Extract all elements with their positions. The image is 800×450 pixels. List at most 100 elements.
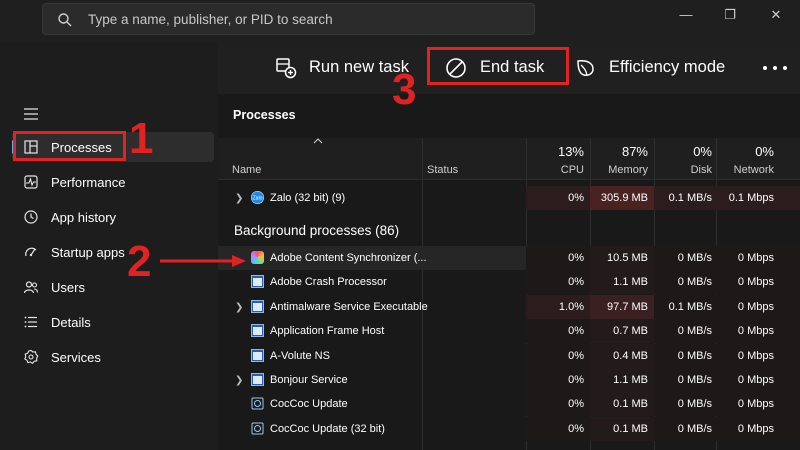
- table-row[interactable]: A-Volute NS 0% 0.4 MB 0 MB/s 0 Mbps: [218, 343, 800, 368]
- table-row[interactable]: Application Frame Host 0% 0.7 MB 0 MB/s 0 Mb…: [218, 319, 800, 344]
- disk-value: 0 MB/s: [677, 276, 712, 289]
- startup-apps-icon: [25, 247, 37, 257]
- sidebar-item-label: Performance: [51, 175, 126, 190]
- cpu-value: 0%: [568, 325, 584, 338]
- disk-value: 0.1 MB/s: [668, 192, 712, 204]
- svg-text:Zalo: Zalo: [253, 196, 263, 202]
- memory-value: 97.7 MB: [607, 300, 648, 313]
- disk-value: 0 MB/s: [677, 398, 712, 411]
- network-total-percent: 0%: [755, 144, 774, 159]
- search-icon: [58, 13, 72, 27]
- cpu-value: 0%: [568, 374, 584, 386]
- process-name: A-Volute NS: [270, 349, 330, 362]
- disk-value: 0 MB/s: [677, 349, 712, 362]
- network-value: 0 Mbps: [737, 276, 774, 289]
- table-row[interactable]: Adobe Content Synchronizer (... 0% 10.5 MB…: [218, 246, 800, 270]
- process-name: CocCoc Update: [270, 398, 348, 411]
- cpu-value: 0%: [568, 276, 584, 289]
- sort-ascending-icon: [313, 138, 323, 144]
- column-header-status[interactable]: Status: [427, 164, 458, 176]
- sidebar-item-details[interactable]: Details: [12, 307, 214, 337]
- column-header-name[interactable]: Name: [232, 164, 261, 176]
- cpu-value: 1.0%: [558, 300, 584, 313]
- zalo-icon: Zalo: [251, 191, 264, 204]
- table-row[interactable]: ❯ Antimalware Service Executable 1.0% 97.7 …: [218, 294, 800, 319]
- process-name: Antimalware Service Executable: [270, 300, 428, 313]
- run-new-task-icon: [276, 58, 297, 79]
- annotation-number-1: 1: [129, 114, 154, 163]
- annotation-box-processes: [13, 131, 126, 161]
- page-title: Processes: [233, 108, 296, 122]
- app-window-icon: [251, 324, 264, 338]
- expand-chevron-icon[interactable]: ❯: [235, 375, 243, 386]
- annotation-box-end-task: [427, 47, 569, 85]
- memory-value: 10.5 MB: [607, 252, 648, 264]
- cpu-value: 0%: [568, 398, 584, 411]
- close-button[interactable]: ✕: [766, 6, 786, 24]
- more-options-icon[interactable]: [761, 64, 789, 72]
- search-box[interactable]: Type a name, publisher, or PID to search: [42, 3, 535, 35]
- run-new-task-button[interactable]: Run new task: [275, 54, 411, 84]
- memory-value: 1.1 MB: [613, 276, 648, 289]
- network-value: 0 Mbps: [737, 422, 774, 435]
- process-name: Application Frame Host: [270, 325, 385, 338]
- network-value: 0 Mbps: [737, 325, 774, 338]
- sidebar-item-app-history[interactable]: App history: [12, 202, 214, 232]
- disk-value: 0.1 MB/s: [668, 300, 712, 313]
- process-name: Bonjour Service: [270, 374, 348, 386]
- process-name: CocCoc Update (32 bit): [270, 422, 385, 435]
- app-window-icon: [251, 275, 264, 289]
- memory-total-percent: 87%: [621, 144, 648, 159]
- efficiency-mode-label: Efficiency mode: [609, 58, 726, 76]
- expand-chevron-icon[interactable]: ❯: [235, 193, 243, 204]
- minimize-button[interactable]: —: [676, 6, 696, 24]
- column-header-memory[interactable]: Memory: [608, 164, 648, 176]
- memory-value: 0.1 MB: [613, 398, 648, 411]
- memory-value: 0.4 MB: [613, 349, 648, 362]
- memory-value: 1.1 MB: [613, 374, 648, 386]
- network-value: 0 Mbps: [737, 300, 774, 313]
- sidebar-item-users[interactable]: Users: [12, 272, 214, 302]
- process-name: Zalo (32 bit) (9): [270, 192, 346, 204]
- memory-value: 0.1 MB: [613, 422, 648, 435]
- coccoc-icon: [251, 397, 264, 410]
- memory-value: 305.9 MB: [600, 192, 648, 204]
- users-icon: [23, 281, 39, 294]
- column-header-disk[interactable]: Disk: [691, 164, 712, 176]
- table-header: Name Status 13% CPU 87% Memory 0% Disk 0…: [218, 138, 800, 180]
- table-row[interactable]: CocCoc Update 0% 0.1 MB 0 MB/s 0 Mbps: [218, 392, 800, 417]
- cpu-value: 0%: [568, 192, 584, 204]
- expand-chevron-icon[interactable]: ❯: [235, 302, 243, 313]
- main-panel: Run new task End task Efficiency mode Pr…: [218, 42, 800, 450]
- restore-button[interactable]: ❐: [720, 6, 740, 24]
- sidebar-item-label: Users: [51, 280, 85, 295]
- annotation-arrow-icon: [160, 255, 246, 267]
- hamburger-menu-icon[interactable]: [23, 108, 39, 120]
- title-bar: Type a name, publisher, or PID to search…: [0, 0, 800, 42]
- search-input[interactable]: Type a name, publisher, or PID to search: [88, 12, 333, 27]
- table-row[interactable]: CocCoc Update (32 bit) 0% 0.1 MB 0 MB/s 0 Mb…: [218, 416, 800, 441]
- annotation-number-3: 3: [392, 65, 417, 114]
- table-row[interactable]: ❯ Bonjour Service 0% 1.1 MB 0 MB/s 0 Mbps: [218, 368, 800, 392]
- network-value: 0 Mbps: [737, 398, 774, 411]
- sidebar-item-label: App history: [51, 210, 117, 225]
- background-processes-heading: Background processes (86): [234, 223, 400, 238]
- memory-value: 0.7 MB: [613, 325, 648, 338]
- annotation-number-2: 2: [127, 237, 152, 286]
- sidebar-item-performance[interactable]: Performance: [12, 167, 214, 197]
- sidebar-item-label: Startup apps: [51, 245, 125, 260]
- column-header-cpu[interactable]: CPU: [561, 164, 584, 176]
- coccoc-icon: [251, 422, 264, 435]
- app-history-icon: [24, 210, 38, 224]
- disk-value: 0 MB/s: [677, 252, 712, 264]
- table-row[interactable]: Adobe Crash Processor 0% 1.1 MB 0 MB/s 0 Mbp…: [218, 270, 800, 295]
- app-window-icon: [251, 348, 264, 362]
- process-name: Adobe Crash Processor: [270, 276, 387, 289]
- sidebar: Processes Performance App history Startu…: [0, 42, 218, 450]
- table-row[interactable]: ❯ Zalo Zalo (32 bit) (9) 0% 305.9 MB 0.1…: [218, 186, 800, 210]
- network-value: 0.1 Mbps: [728, 192, 774, 204]
- disk-value: 0 MB/s: [677, 325, 712, 338]
- column-header-network[interactable]: Network: [734, 164, 774, 176]
- sidebar-item-services[interactable]: Services: [12, 342, 214, 372]
- efficiency-mode-button[interactable]: Efficiency mode: [575, 54, 735, 84]
